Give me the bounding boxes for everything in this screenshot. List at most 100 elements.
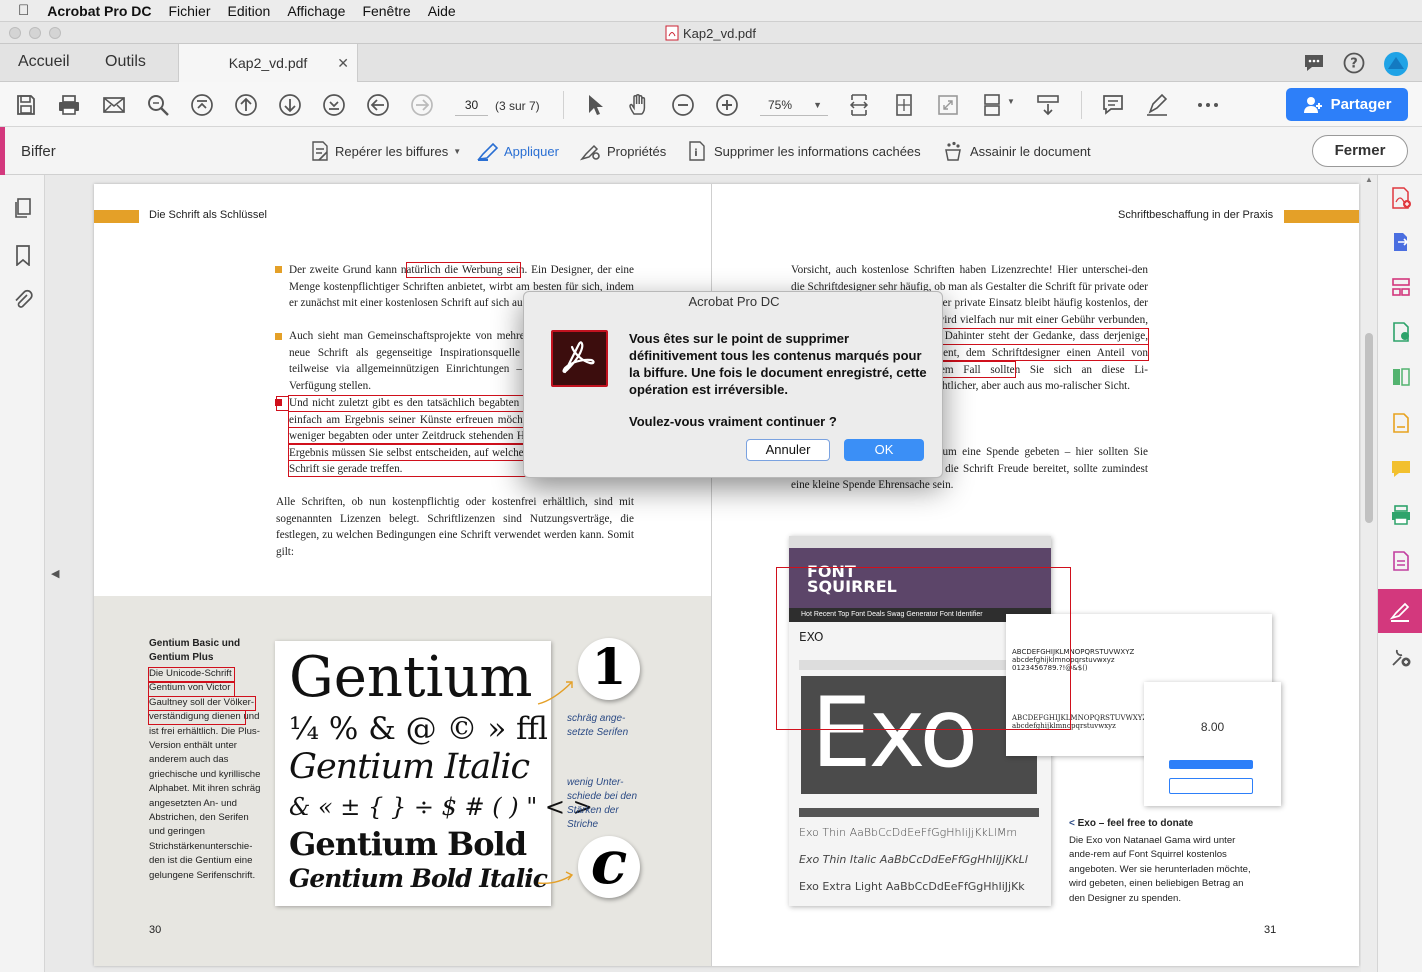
ok-button[interactable]: OK [844, 439, 924, 461]
gentium-box-title: Gentium Basic und Gentium Plus [149, 638, 241, 663]
properties-button[interactable]: Propriétés [580, 141, 666, 161]
zoom-value: 75% [768, 98, 793, 112]
save-icon[interactable] [14, 93, 38, 117]
acrobat-app-icon [551, 330, 608, 387]
redaction-mark[interactable] [148, 710, 246, 725]
zoom-in-icon[interactable] [715, 93, 739, 117]
help-icon[interactable]: ? [1343, 52, 1365, 74]
comment-bubble-icon[interactable] [1303, 53, 1325, 73]
menu-edition[interactable]: Edition [228, 3, 271, 19]
hand-tool-icon[interactable] [627, 93, 651, 117]
redaction-mark[interactable] [288, 395, 528, 412]
zoom-select[interactable]: 75% ▼ [760, 94, 828, 116]
highlight-pen-icon[interactable] [1145, 93, 1169, 117]
page-thumbnails-icon[interactable] [12, 197, 34, 219]
confirm-apply-redaction-dialog: Acrobat Pro DC Vous êtes sur le point de… [523, 291, 943, 478]
collapse-panel-icon[interactable]: ◀ [51, 567, 59, 580]
redaction-mark[interactable] [941, 328, 1149, 345]
apply-redaction-icon [477, 142, 499, 161]
next-page-icon[interactable] [278, 93, 302, 117]
cancel-button[interactable]: Annuler [746, 439, 830, 461]
tab-document[interactable]: Kap2_vd.pdf ✕ [178, 44, 358, 82]
redaction-mark[interactable] [406, 262, 521, 278]
comment-tool-icon[interactable] [1390, 458, 1412, 480]
sanitize-document-button[interactable]: Assainir le document [943, 141, 1091, 161]
attachments-icon[interactable] [12, 289, 34, 311]
print-icon[interactable] [57, 93, 81, 117]
organize-pages-icon[interactable] [1390, 276, 1412, 298]
compare-files-icon[interactable] [1390, 366, 1412, 388]
more-tools-icon[interactable] [1390, 646, 1412, 668]
tab-close-icon[interactable]: ✕ [337, 44, 349, 82]
right-tools-panel [1377, 175, 1422, 972]
running-head-right: Schriftbeschaffung in der Praxis [1118, 209, 1274, 221]
scroll-thumb[interactable] [1365, 333, 1373, 523]
last-page-icon[interactable] [322, 93, 346, 117]
comment-icon[interactable] [1101, 93, 1125, 117]
dialog-title: Acrobat Pro DC [688, 294, 780, 309]
redaction-mark[interactable] [148, 667, 235, 682]
page-number-input[interactable]: 30 [455, 94, 488, 116]
account-avatar-icon[interactable] [1383, 51, 1409, 77]
fit-page-icon[interactable] [892, 93, 916, 117]
page-display-icon[interactable] [980, 93, 1004, 117]
export-pdf-icon[interactable] [1390, 231, 1412, 253]
fill-sign-icon[interactable] [1390, 412, 1412, 434]
window-minimize-button[interactable] [29, 27, 41, 39]
menu-fenetre[interactable]: Fenêtre [362, 3, 410, 19]
redaction-mark[interactable] [148, 682, 235, 697]
window-close-button[interactable] [9, 27, 21, 39]
email-icon[interactable] [102, 93, 126, 117]
menu-affichage[interactable]: Affichage [287, 3, 345, 19]
donate-button [1169, 760, 1253, 769]
create-pdf-icon[interactable] [1390, 187, 1412, 209]
apple-icon[interactable]:  [18, 2, 29, 19]
first-page-icon[interactable] [190, 93, 214, 117]
redact-tool-active[interactable] [1378, 589, 1422, 633]
forward-icon[interactable] [410, 93, 434, 117]
menu-bar:  Acrobat Pro DC Fichier Edition Afficha… [0, 0, 1422, 22]
bookmarks-icon[interactable] [12, 244, 34, 266]
redaction-mark[interactable] [776, 567, 1071, 730]
menu-app-name[interactable]: Acrobat Pro DC [47, 3, 151, 19]
tab-home[interactable]: Accueil [18, 44, 70, 82]
mark-for-redaction-button[interactable]: Repérer les biffures ▼ [310, 141, 461, 161]
scroll-up-icon[interactable]: ▲ [1365, 175, 1373, 184]
svg-text:i: i [694, 148, 697, 159]
window-zoom-button[interactable] [49, 27, 61, 39]
apply-button[interactable]: Appliquer [477, 141, 559, 161]
edit-pdf-icon[interactable] [1390, 321, 1412, 343]
back-icon[interactable] [366, 93, 390, 117]
redact-tool-icon [1389, 602, 1410, 622]
add-person-icon [1303, 96, 1322, 113]
zoom-out-icon[interactable] [671, 93, 695, 117]
search-icon[interactable] [146, 93, 170, 117]
protect-pdf-icon[interactable] [1390, 550, 1412, 572]
fit-width-icon[interactable] [847, 93, 871, 117]
print-production-icon[interactable] [1390, 504, 1412, 526]
redaction-mark[interactable] [148, 696, 256, 711]
more-options-icon[interactable] [1196, 93, 1220, 117]
select-cursor-icon[interactable] [583, 93, 607, 117]
redaction-mark[interactable] [288, 444, 528, 461]
chevron-down-icon[interactable]: ▼ [1007, 97, 1015, 106]
share-button[interactable]: Partager [1286, 88, 1408, 121]
full-screen-icon[interactable] [936, 93, 960, 117]
vertical-scrollbar[interactable]: ▲ [1361, 175, 1377, 972]
previous-page-icon[interactable] [234, 93, 258, 117]
redaction-mark[interactable] [288, 460, 528, 477]
donate-secondary-button [1169, 778, 1253, 794]
remove-hidden-label: Supprimer les informations cachées [714, 143, 921, 159]
redaction-mark[interactable] [941, 361, 1016, 378]
left-navigation-panel: ◀ [0, 175, 59, 972]
mark-redaction-label: Repérer les biffures [335, 143, 449, 159]
close-tool-button[interactable]: Fermer [1312, 135, 1408, 167]
redaction-mark[interactable] [941, 344, 1149, 361]
read-mode-icon[interactable] [1036, 93, 1060, 117]
remove-hidden-info-button[interactable]: i Supprimer les informations cachées [687, 141, 921, 161]
redaction-mark[interactable] [288, 427, 528, 444]
redaction-mark[interactable] [288, 411, 528, 428]
menu-aide[interactable]: Aide [428, 3, 456, 19]
tab-tools[interactable]: Outils [105, 44, 146, 82]
menu-fichier[interactable]: Fichier [168, 3, 210, 19]
